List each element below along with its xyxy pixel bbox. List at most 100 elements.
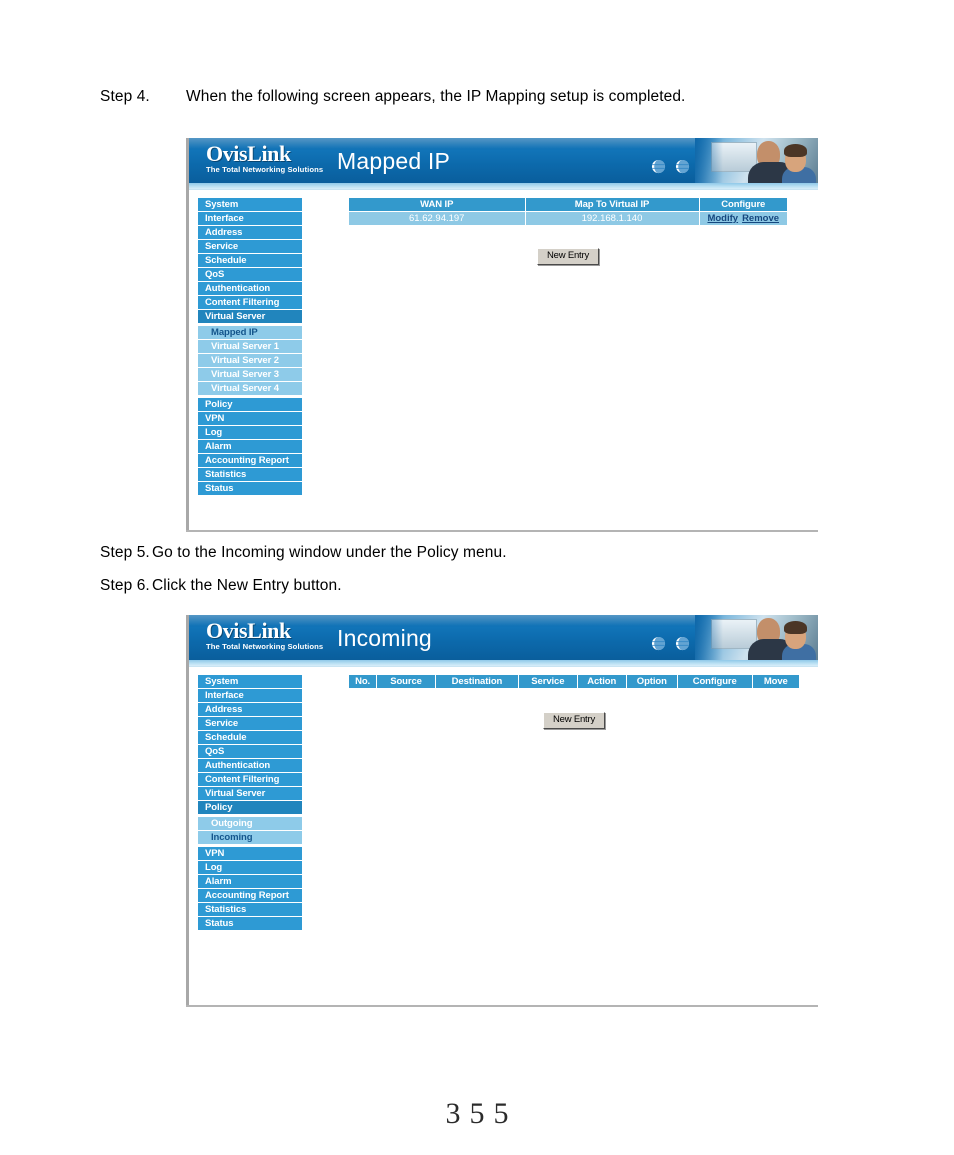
banner-underline bbox=[189, 183, 818, 190]
modify-link[interactable]: Modify bbox=[707, 213, 738, 224]
column-header-action: Action bbox=[577, 675, 627, 689]
sidebar-item-statistics[interactable]: Statistics bbox=[198, 468, 302, 482]
sidebar-item-log[interactable]: Log bbox=[198, 426, 302, 440]
sidebar-item-label: Alarm bbox=[205, 441, 232, 452]
sidebar-item-virtual-server-2[interactable]: Virtual Server 2 bbox=[198, 354, 302, 368]
sidebar-item-accounting-report[interactable]: Accounting Report bbox=[198, 889, 302, 903]
sidebar-item-virtual-server-1[interactable]: Virtual Server 1 bbox=[198, 340, 302, 354]
column-header-wan-ip: WAN IP bbox=[349, 198, 526, 212]
table-row: 61.62.94.197 192.168.1.140 Modify Remove bbox=[349, 211, 787, 225]
sidebar-item-address[interactable]: Address bbox=[198, 226, 302, 240]
banner-gap bbox=[189, 190, 818, 194]
photo-child-hair bbox=[784, 144, 807, 157]
ovislink-logo: OvisLink The Total Networking Solutions bbox=[206, 619, 329, 651]
sidebar-item-service[interactable]: Service bbox=[198, 717, 302, 731]
sidebar-item-label: Mapped IP bbox=[211, 327, 258, 338]
sidebar-item-status[interactable]: Status bbox=[198, 482, 302, 496]
banner-underline bbox=[189, 660, 818, 667]
sidebar-item-schedule[interactable]: Schedule bbox=[198, 254, 302, 268]
sidebar-item-label: Virtual Server 4 bbox=[211, 383, 279, 394]
ovislink-logo: OvisLink The Total Networking Solutions bbox=[206, 142, 329, 174]
cell-configure: Modify Remove bbox=[699, 211, 787, 225]
column-header-configure: Configure bbox=[677, 675, 753, 689]
sidebar-item-virtual-server[interactable]: Virtual Server bbox=[198, 787, 302, 801]
sidebar-item-label: Interface bbox=[205, 213, 244, 224]
cell-virtual-ip: 192.168.1.140 bbox=[525, 211, 700, 225]
mapped-ip-table: WAN IP Map To Virtual IP Configure 61.62… bbox=[349, 198, 787, 225]
sidebar-mapped-ip[interactable]: System Interface Address Service Schedule QoS… bbox=[198, 198, 302, 496]
sidebar-item-alarm[interactable]: Alarm bbox=[198, 875, 302, 889]
page-title: Incoming bbox=[337, 625, 432, 651]
sidebar-item-label: Interface bbox=[205, 690, 244, 701]
sidebar-item-virtual-server[interactable]: Virtual Server bbox=[198, 310, 302, 324]
sidebar-item-address[interactable]: Address bbox=[198, 703, 302, 717]
sidebar-item-statistics[interactable]: Statistics bbox=[198, 903, 302, 917]
sidebar-item-policy[interactable]: Policy bbox=[198, 398, 302, 412]
sidebar-item-label: System bbox=[205, 676, 239, 687]
sidebar-item-label: Address bbox=[205, 704, 243, 715]
column-header-source: Source bbox=[376, 675, 436, 689]
sidebar-item-label: Content Filtering bbox=[205, 297, 280, 308]
sidebar-item-schedule[interactable]: Schedule bbox=[198, 731, 302, 745]
banner-gap bbox=[189, 667, 818, 671]
content-incoming: No. Source Destination Service Action Op… bbox=[349, 675, 799, 729]
sidebar-item-label: Accounting Report bbox=[205, 890, 289, 901]
sidebar-item-virtual-server-3[interactable]: Virtual Server 3 bbox=[198, 368, 302, 382]
sidebar-item-interface[interactable]: Interface bbox=[198, 689, 302, 703]
sidebar-item-accounting-report[interactable]: Accounting Report bbox=[198, 454, 302, 468]
sidebar-item-outgoing[interactable]: Outgoing bbox=[198, 817, 302, 831]
sidebar-item-label: Log bbox=[205, 427, 223, 438]
sidebar-item-content-filtering[interactable]: Content Filtering bbox=[198, 296, 302, 310]
sidebar-item-mapped-ip[interactable]: Mapped IP bbox=[198, 326, 302, 340]
sidebar-item-status[interactable]: Status bbox=[198, 917, 302, 931]
column-header-no: No. bbox=[349, 675, 378, 689]
sidebar-item-label: Outgoing bbox=[211, 818, 253, 829]
sidebar-item-log[interactable]: Log bbox=[198, 861, 302, 875]
step-4-line: Step 4. When the following screen appears… bbox=[100, 88, 685, 106]
sidebar-item-vpn[interactable]: VPN bbox=[198, 847, 302, 861]
step-5-line: Step 5. Go to the Incoming window under t… bbox=[100, 544, 507, 562]
remove-link[interactable]: Remove bbox=[742, 213, 779, 224]
sidebar-item-label: Content Filtering bbox=[205, 774, 280, 785]
sidebar-item-label: Schedule bbox=[205, 255, 247, 266]
sidebar-item-label: Incoming bbox=[211, 832, 253, 843]
sidebar-item-content-filtering[interactable]: Content Filtering bbox=[198, 773, 302, 787]
sidebar-item-incoming[interactable]: Incoming bbox=[198, 831, 302, 845]
step-4-text: When the following screen appears, the I… bbox=[186, 88, 686, 105]
globe-icon bbox=[651, 159, 666, 174]
sidebar-item-label: Policy bbox=[205, 399, 233, 410]
sidebar-item-service[interactable]: Service bbox=[198, 240, 302, 254]
sidebar-item-alarm[interactable]: Alarm bbox=[198, 440, 302, 454]
column-header-service: Service bbox=[518, 675, 578, 689]
sidebar-item-label: Virtual Server bbox=[205, 788, 266, 799]
step-5-text: Go to the Incoming window under the Poli… bbox=[152, 544, 507, 561]
people-at-computer-photo bbox=[695, 138, 818, 183]
sidebar-item-label: Virtual Server 3 bbox=[211, 369, 279, 380]
sidebar-item-interface[interactable]: Interface bbox=[198, 212, 302, 226]
new-entry-row: New Entry bbox=[349, 709, 799, 729]
banner-globe-icons bbox=[651, 636, 690, 651]
new-entry-button[interactable]: New Entry bbox=[542, 712, 606, 729]
sidebar-item-qos[interactable]: QoS bbox=[198, 745, 302, 759]
banner-incoming: OvisLink The Total Networking Solutions … bbox=[189, 615, 818, 660]
column-header-move: Move bbox=[752, 675, 799, 689]
sidebar-item-label: Service bbox=[205, 241, 239, 252]
table-header-row: WAN IP Map To Virtual IP Configure bbox=[349, 198, 787, 212]
sidebar-item-authentication[interactable]: Authentication bbox=[198, 282, 302, 296]
sidebar-item-label: QoS bbox=[205, 746, 225, 757]
sidebar-item-virtual-server-4[interactable]: Virtual Server 4 bbox=[198, 382, 302, 396]
sidebar-incoming[interactable]: System Interface Address Service Schedule QoS… bbox=[198, 675, 302, 931]
new-entry-button[interactable]: New Entry bbox=[536, 248, 600, 265]
column-header-configure: Configure bbox=[699, 198, 787, 212]
sidebar-item-authentication[interactable]: Authentication bbox=[198, 759, 302, 773]
sidebar-item-qos[interactable]: QoS bbox=[198, 268, 302, 282]
column-header-destination: Destination bbox=[435, 675, 520, 689]
sidebar-item-system[interactable]: System bbox=[198, 198, 302, 212]
incoming-policy-table: No. Source Destination Service Action Op… bbox=[349, 675, 799, 689]
sidebar-item-vpn[interactable]: VPN bbox=[198, 412, 302, 426]
photo-left-fade bbox=[695, 138, 723, 183]
photo-child-hair bbox=[784, 621, 807, 634]
sidebar-item-policy[interactable]: Policy bbox=[198, 801, 302, 815]
photo-left-fade bbox=[695, 615, 723, 660]
sidebar-item-system[interactable]: System bbox=[198, 675, 302, 689]
